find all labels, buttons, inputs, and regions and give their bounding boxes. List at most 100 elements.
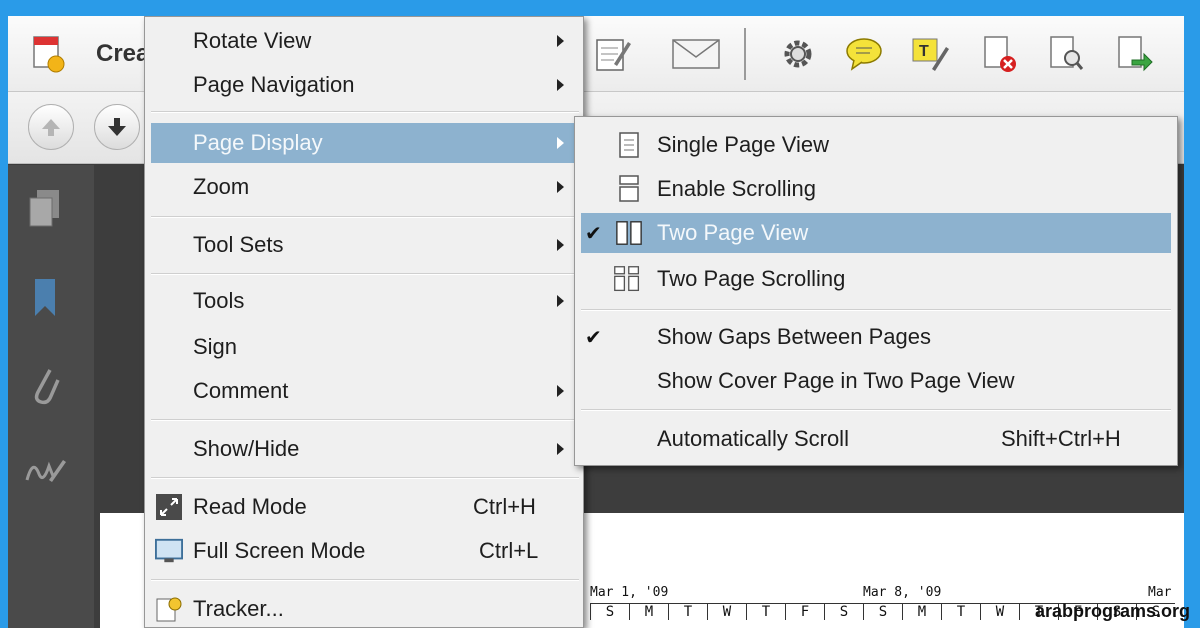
submenu-arrow-icon (557, 35, 564, 47)
menu-item-label: Comment (193, 378, 289, 403)
menu-item-tracker[interactable]: Tracker... (145, 589, 583, 628)
email-icon[interactable] (670, 34, 722, 74)
single-page-icon (615, 131, 643, 159)
arrow-up-icon (42, 119, 60, 136)
submenu-arrow-icon (557, 79, 564, 91)
submenu-arrow-icon (557, 295, 564, 307)
menu-item-show-hide[interactable]: Show/Hide (145, 429, 583, 469)
next-page-button[interactable] (94, 104, 140, 150)
menu-item-label: Show/Hide (193, 436, 300, 461)
calendar-day: T (746, 604, 785, 620)
menu-separator (151, 579, 579, 581)
menu-item-label: Sign (193, 334, 238, 359)
menu-item-label: Tracker... (193, 596, 284, 621)
menu-item-tools[interactable]: Tools (145, 281, 583, 321)
bookmarks-icon[interactable] (22, 275, 68, 321)
menu-item-page-display[interactable]: Page Display (151, 123, 579, 163)
submenu-arrow-icon (557, 385, 564, 397)
menu-separator (581, 409, 1171, 411)
menu-separator (151, 216, 579, 218)
menu-item-label: Two Page Scrolling (657, 266, 846, 291)
menu-item-label: Zoom (193, 174, 250, 199)
checkmark-icon: ✔ (585, 326, 602, 349)
menu-item-shortcut: Ctrl+H (473, 494, 536, 519)
navigation-pane (8, 165, 94, 628)
menu-item-show-cover-page[interactable]: Show Cover Page in Two Page View (575, 361, 1177, 401)
submenu-arrow-icon (557, 443, 564, 455)
previous-page-button[interactable] (28, 104, 74, 150)
scrolling-icon (615, 175, 643, 203)
menu-separator (151, 273, 579, 275)
submenu-arrow-icon (557, 239, 564, 251)
export-icon[interactable] (1114, 34, 1154, 74)
menu-item-zoom[interactable]: Zoom (145, 167, 583, 207)
menu-item-shortcut: Shift+Ctrl+H (1001, 426, 1121, 451)
menu-item-single-page-view[interactable]: Single Page View (575, 125, 1177, 165)
calendar-day: T (941, 604, 980, 620)
menu-item-full-screen-mode[interactable]: Full Screen Mode Ctrl+L (145, 531, 583, 571)
menu-item-label: Read Mode (193, 494, 307, 519)
create-label[interactable]: Crea (96, 40, 149, 68)
calendar-day: S (590, 604, 629, 620)
menu-item-rotate-view[interactable]: Rotate View (145, 21, 583, 61)
menu-item-read-mode[interactable]: Read Mode Ctrl+H (145, 487, 583, 527)
menu-separator (151, 111, 579, 113)
menu-item-label: Tool Sets (193, 232, 284, 257)
create-pdf-icon[interactable] (28, 34, 68, 74)
menu-item-tool-sets[interactable]: Tool Sets (145, 225, 583, 265)
gear-icon[interactable] (778, 34, 818, 74)
app-window: Crea T Mar 1, '09 Mar 8, '09 Mar S M T W… (8, 16, 1184, 628)
menu-item-label: Rotate View (193, 28, 312, 53)
search-document-icon[interactable] (1046, 34, 1086, 74)
menu-item-label: Tools (193, 288, 245, 313)
menu-item-enable-scrolling[interactable]: Enable Scrolling (575, 169, 1177, 209)
calendar-day: T (668, 604, 707, 620)
svg-text:T: T (919, 43, 929, 60)
two-page-icon (615, 219, 643, 247)
delete-page-icon[interactable] (980, 34, 1020, 74)
menu-item-label: Two Page View (657, 220, 809, 245)
attachments-icon[interactable] (22, 361, 68, 407)
menu-item-automatically-scroll[interactable]: Automatically Scroll Shift+Ctrl+H (575, 419, 1177, 459)
menu-separator (581, 309, 1171, 311)
menu-item-label: Page Navigation (193, 72, 355, 97)
calendar-week-label: Mar (1148, 585, 1172, 600)
calendar-day: M (902, 604, 941, 620)
edit-form-icon[interactable] (592, 34, 632, 74)
view-menu: Rotate View Page Navigation Page Display… (144, 16, 584, 628)
menu-separator (151, 419, 579, 421)
menu-item-comment[interactable]: Comment (145, 371, 583, 411)
menu-item-two-page-view[interactable]: ✔ Two Page View (581, 213, 1171, 253)
watermark-text: arabprograms.org (1034, 601, 1190, 621)
page-thumbnails-icon[interactable] (22, 187, 68, 233)
menu-item-label: Single Page View (657, 132, 830, 157)
signatures-icon[interactable] (22, 447, 68, 493)
submenu-arrow-icon (557, 181, 564, 193)
menu-item-label: Automatically Scroll (657, 426, 849, 451)
calendar-week-label: Mar 1, '09 (590, 585, 669, 600)
menu-item-page-navigation[interactable]: Page Navigation (145, 65, 583, 105)
calendar-day: M (629, 604, 668, 620)
menu-item-label: Page Display (193, 130, 323, 155)
menu-item-label: Enable Scrolling (657, 176, 816, 201)
page-display-submenu: Single Page View Enable Scrolling ✔ Two … (574, 116, 1178, 466)
toolbar-divider (744, 28, 746, 80)
two-page-scrolling-icon (613, 265, 641, 293)
read-mode-icon (155, 493, 183, 521)
menu-item-show-gaps-between-pages[interactable]: ✔ Show Gaps Between Pages (575, 317, 1177, 357)
full-screen-icon (155, 537, 183, 565)
menu-item-label: Show Gaps Between Pages (657, 324, 931, 349)
calendar-day: F (785, 604, 824, 620)
comment-icon[interactable] (844, 34, 884, 74)
arrow-down-icon (108, 118, 126, 136)
menu-item-sign[interactable]: Sign (145, 327, 583, 367)
calendar-day: W (980, 604, 1019, 620)
calendar-day: W (707, 604, 746, 620)
menu-item-two-page-scrolling[interactable]: Two Page Scrolling (575, 259, 1177, 299)
submenu-arrow-icon (557, 137, 564, 149)
tracker-icon (155, 595, 183, 623)
highlight-text-icon[interactable]: T (910, 34, 950, 74)
menu-item-label: Show Cover Page in Two Page View (657, 368, 1015, 393)
menu-item-shortcut: Ctrl+L (479, 538, 539, 563)
checkmark-icon: ✔ (585, 222, 602, 245)
